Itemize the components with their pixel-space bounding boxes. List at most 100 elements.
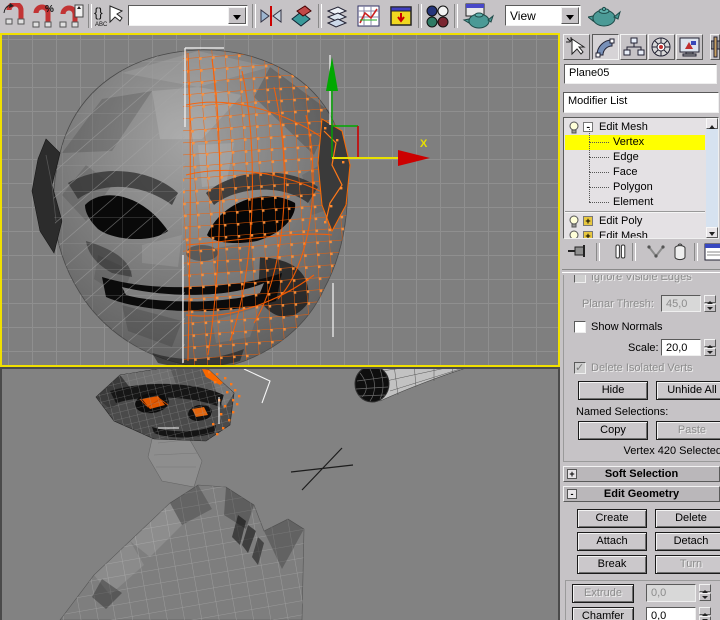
detach-button[interactable]: Detach bbox=[655, 532, 720, 551]
view-combo-dropdown-arrow[interactable] bbox=[561, 7, 579, 24]
chamfer-button[interactable]: Chamfer bbox=[572, 607, 634, 620]
pin-stack-icon[interactable] bbox=[566, 241, 590, 265]
chevron-down-icon bbox=[233, 15, 241, 24]
create-button[interactable]: Create bbox=[577, 509, 647, 528]
stack-subitem-edge[interactable]: Edge bbox=[565, 142, 705, 165]
gizmo-x-axis-label: X bbox=[420, 138, 428, 150]
turn-button: Turn bbox=[655, 555, 720, 574]
modifier-list-label: Modifier List bbox=[568, 95, 628, 107]
chamfer-spinner[interactable] bbox=[699, 607, 711, 620]
scale-field[interactable]: 20,0 bbox=[661, 339, 701, 356]
toolbar-separator bbox=[252, 4, 256, 28]
toolbar-separator bbox=[418, 4, 422, 28]
visibility-bulb-icon[interactable] bbox=[567, 215, 581, 229]
tab-display[interactable] bbox=[676, 34, 703, 60]
tab-utilities[interactable] bbox=[710, 34, 720, 60]
chamfer-field[interactable]: 0,0 bbox=[646, 607, 696, 620]
material-editor-icon[interactable] bbox=[424, 3, 450, 29]
stack-subitem-vertex[interactable]: Vertex bbox=[565, 127, 705, 150]
stack-item-label: Edit Mesh bbox=[599, 121, 648, 133]
remove-modifier-icon[interactable] bbox=[668, 241, 692, 265]
tab-modify[interactable] bbox=[592, 34, 619, 60]
named-selection-sets-icon[interactable]: {} ABC bbox=[94, 3, 124, 29]
copy-button-label: Copy bbox=[600, 424, 626, 436]
stack-subitem-element[interactable]: Element bbox=[565, 187, 705, 210]
tree-line bbox=[589, 187, 590, 202]
scroll-up-button[interactable] bbox=[706, 118, 718, 129]
tree-line bbox=[589, 187, 609, 188]
expand-toggle-icon[interactable]: - bbox=[583, 122, 593, 132]
stack-subitem-polygon[interactable]: Polygon bbox=[565, 172, 705, 195]
tree-line bbox=[589, 127, 590, 142]
panel-separator bbox=[596, 243, 600, 261]
hide-button-label: Hide bbox=[601, 384, 625, 396]
soft-selection-rollout-header[interactable]: + Soft Selection bbox=[563, 466, 720, 482]
render-setup-teapot-icon[interactable] bbox=[462, 3, 496, 29]
stack-item-edit-poly[interactable]: + Edit Poly bbox=[565, 214, 705, 229]
visibility-bulb-icon[interactable] bbox=[567, 230, 581, 239]
triangle-down-icon bbox=[709, 232, 715, 238]
stack-item-edit-mesh[interactable]: - Edit Mesh bbox=[565, 120, 705, 135]
front-viewport[interactable]: X bbox=[0, 33, 560, 367]
curve-editor-icon[interactable] bbox=[356, 3, 382, 29]
expand-toggle-icon[interactable]: + bbox=[583, 231, 593, 238]
selection-sets-dropdown-arrow[interactable] bbox=[228, 7, 246, 24]
percent-snap-magnet-icon[interactable]: % bbox=[30, 3, 56, 29]
configure-modifier-sets-icon[interactable] bbox=[704, 241, 720, 265]
layer-manager-icon[interactable] bbox=[324, 3, 350, 29]
planar-thresh-field: 45,0 bbox=[661, 295, 701, 312]
planar-thresh-label: Planar Thresh: bbox=[582, 298, 654, 310]
tab-hierarchy[interactable] bbox=[620, 34, 647, 60]
quick-render-teapot-icon[interactable] bbox=[586, 3, 622, 29]
show-normals-checkbox[interactable] bbox=[574, 321, 586, 333]
stack-item-edit-mesh-2[interactable]: + Edit Mesh bbox=[565, 229, 705, 239]
copy-button[interactable]: Copy bbox=[578, 421, 648, 440]
toolbar-separator bbox=[88, 4, 92, 28]
tab-create[interactable] bbox=[563, 34, 590, 60]
stack-item-label: Face bbox=[613, 166, 638, 178]
make-unique-icon[interactable] bbox=[644, 241, 668, 265]
scale-spinner[interactable] bbox=[704, 339, 716, 356]
selection-sets-combo[interactable] bbox=[128, 5, 248, 26]
chamfer-value: 0,0 bbox=[651, 610, 667, 620]
ignore-visible-edges-label: Ignore Visible Edges bbox=[591, 275, 692, 283]
stack-subitem-face[interactable]: Face bbox=[565, 157, 705, 180]
view-combo[interactable]: View bbox=[505, 5, 581, 26]
mirror-icon[interactable] bbox=[258, 3, 284, 29]
object-name-field[interactable]: Plane05 bbox=[564, 64, 717, 84]
show-normals-label: Show Normals bbox=[591, 321, 663, 333]
scroll-down-button[interactable] bbox=[706, 227, 718, 238]
tab-motion[interactable] bbox=[648, 34, 675, 60]
expand-toggle-icon[interactable]: + bbox=[583, 216, 593, 226]
edit-geometry-rollout-header[interactable]: - Edit Geometry bbox=[563, 486, 720, 502]
expand-plus-icon: + bbox=[567, 469, 577, 479]
align-icon[interactable] bbox=[288, 3, 314, 29]
visibility-bulb-icon[interactable] bbox=[567, 121, 581, 135]
angle-snap-magnet-icon[interactable] bbox=[2, 1, 28, 29]
modifier-stack: - Edit Mesh Vertex Edge Face Polygon Ele… bbox=[563, 117, 719, 239]
unhide-all-button[interactable]: Unhide All bbox=[656, 381, 720, 400]
stack-separator bbox=[565, 211, 705, 213]
spinner-snap-magnet-icon[interactable] bbox=[58, 3, 84, 29]
schematic-view-icon[interactable] bbox=[388, 3, 414, 29]
edit-geometry-rollout-label: Edit Geometry bbox=[603, 488, 680, 500]
stack-item-label: Polygon bbox=[613, 181, 653, 193]
delete-button[interactable]: Delete bbox=[655, 509, 720, 528]
stack-scrollbar[interactable] bbox=[706, 118, 718, 238]
svg-text:%: % bbox=[45, 4, 54, 15]
detach-button-label: Detach bbox=[673, 535, 709, 547]
perspective-viewport[interactable] bbox=[0, 367, 560, 620]
attach-button[interactable]: Attach bbox=[577, 532, 647, 551]
modifier-list-combo[interactable]: Modifier List bbox=[563, 92, 719, 113]
tree-line bbox=[589, 157, 609, 158]
show-end-result-icon[interactable] bbox=[608, 241, 632, 265]
planar-thresh-value: 45,0 bbox=[666, 298, 688, 310]
svg-text:ABC: ABC bbox=[95, 22, 108, 28]
hide-button[interactable]: Hide bbox=[578, 381, 648, 400]
triangle-up-icon bbox=[709, 122, 715, 129]
paste-button-label: Paste bbox=[677, 424, 707, 436]
break-button[interactable]: Break bbox=[577, 555, 647, 574]
panel-separator bbox=[694, 243, 698, 261]
delete-button-label: Delete bbox=[675, 512, 707, 524]
create-button-label: Create bbox=[595, 512, 629, 524]
